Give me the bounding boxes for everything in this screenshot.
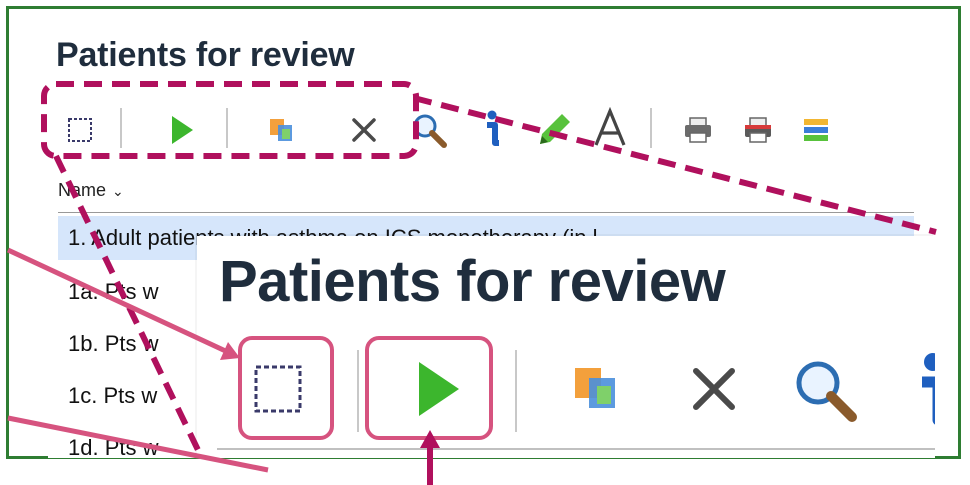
run-icon[interactable] <box>162 110 202 150</box>
copy-icon[interactable] <box>262 110 302 150</box>
search-icon[interactable] <box>406 108 452 152</box>
print-red-icon[interactable] <box>738 110 778 150</box>
select-all-icon[interactable] <box>60 110 100 150</box>
info-icon[interactable] <box>913 348 935 432</box>
toolbar-divider <box>650 108 652 148</box>
page-title: Patients for review <box>56 36 355 74</box>
toolbar-divider <box>226 108 228 148</box>
column-header-label: Name <box>58 180 107 200</box>
list-divider <box>58 212 914 213</box>
copy-icon[interactable] <box>565 356 631 422</box>
delete-icon[interactable] <box>681 356 747 422</box>
toolbar-divider <box>357 350 359 432</box>
delete-icon[interactable] <box>344 110 384 150</box>
toolbar-divider <box>515 350 517 432</box>
zoomed-list-divider <box>217 448 935 450</box>
search-icon[interactable] <box>785 350 865 430</box>
chevron-down-icon: ⌄ <box>112 183 124 199</box>
print-icon[interactable] <box>678 110 718 150</box>
report-icon[interactable] <box>796 110 836 150</box>
zoomed-page-title: Patients for review <box>219 249 726 314</box>
font-icon[interactable] <box>588 104 632 152</box>
highlight-icon[interactable] <box>532 108 576 152</box>
info-icon[interactable] <box>474 106 510 152</box>
run-highlight-box <box>365 336 493 440</box>
select-all-highlight-box <box>238 336 334 440</box>
column-header-name[interactable]: Name ⌄ <box>58 180 124 201</box>
toolbar-divider <box>120 108 122 148</box>
toolbar <box>48 98 914 156</box>
